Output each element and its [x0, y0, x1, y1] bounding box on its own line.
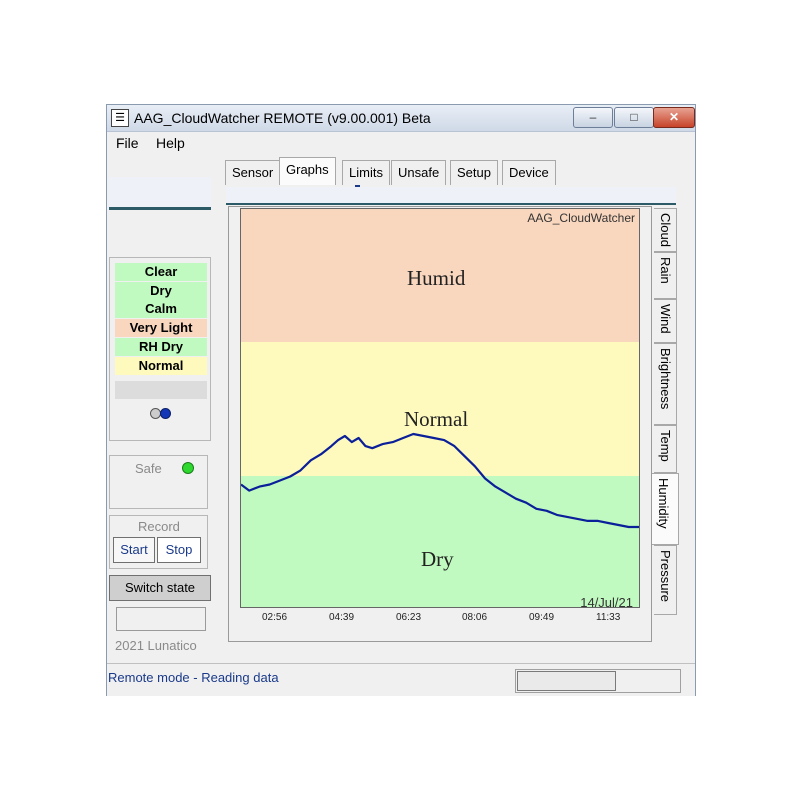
condition-very-light: Very Light — [115, 319, 207, 337]
vtab-label: Rain — [658, 257, 673, 284]
tab-graphs[interactable]: Graphs — [279, 157, 336, 185]
maximize-button[interactable]: □ — [614, 107, 654, 128]
vtab-label: Cloud — [658, 213, 673, 247]
stop-button[interactable]: Stop — [157, 537, 201, 563]
condition-blank — [115, 381, 207, 399]
conditions-panel: Clear Dry Calm Very Light RH Dry Normal — [109, 257, 211, 441]
progress-bar — [517, 671, 616, 691]
start-button[interactable]: Start — [113, 537, 155, 563]
vtab-label: Pressure — [658, 550, 673, 603]
switch-state-field — [116, 607, 206, 631]
vtab-label: Brightness — [658, 348, 673, 410]
close-button[interactable]: ✕ — [653, 107, 695, 128]
app-window: ☰ AAG_CloudWatcher REMOTE (v9.00.001) Be… — [106, 104, 696, 696]
status-text: Remote mode - Reading data — [108, 670, 279, 685]
safe-label: Safe — [135, 461, 162, 476]
tab-limits[interactable]: Limits — [342, 160, 390, 185]
condition-calm: Calm — [115, 300, 207, 318]
copyright-text: 2021 Lunatico — [115, 638, 197, 653]
humidity-series-line — [241, 432, 639, 529]
vtab-temp[interactable]: Temp — [654, 425, 677, 473]
x-tick-label: 09:49 — [529, 612, 555, 623]
vtab-rain[interactable]: Rain — [654, 252, 677, 299]
condition-dry: Dry — [115, 282, 207, 300]
menu-file[interactable]: File — [116, 135, 139, 151]
tab-sensor[interactable]: Sensor — [225, 160, 281, 185]
condition-normal: Normal — [115, 357, 207, 375]
menu-bar: File Help — [107, 132, 695, 154]
vtab-humidity[interactable]: Humidity — [652, 473, 679, 545]
x-tick-label: 04:39 — [329, 612, 355, 623]
tab-unsafe[interactable]: Unsafe — [391, 160, 447, 185]
vtab-wind[interactable]: Wind — [654, 299, 677, 343]
vtab-pressure[interactable]: Pressure — [654, 545, 677, 615]
minimize-button[interactable]: – — [573, 107, 613, 128]
vtab-cloud[interactable]: Cloud — [654, 208, 677, 252]
condition-rh-dry: RH Dry — [115, 338, 207, 356]
vtab-brightness[interactable]: Brightness — [654, 343, 677, 425]
x-tick-label: 11:33 — [596, 612, 621, 623]
tab-device[interactable]: Device — [502, 160, 556, 185]
record-label: Record — [138, 519, 180, 534]
window-title: AAG_CloudWatcher REMOTE (v9.00.001) Beta — [134, 110, 431, 126]
x-tick-label: 08:06 — [462, 612, 488, 623]
title-bar[interactable]: ☰ AAG_CloudWatcher REMOTE (v9.00.001) Be… — [107, 105, 695, 132]
x-tick-label: 06:23 — [396, 612, 422, 623]
vtab-label: Humidity — [656, 478, 671, 529]
humidity-plot: Humid Normal Dry AAG_CloudWatcher 14/Jul… — [240, 208, 640, 610]
blue-indicator-icon — [160, 408, 171, 419]
x-axis: 02:56 04:39 06:23 08:06 09:49 11:33 — [240, 608, 640, 628]
safe-led-icon — [182, 462, 194, 474]
condition-clear: Clear — [115, 263, 207, 281]
vtab-label: Wind — [658, 304, 673, 334]
vtab-label: Temp — [658, 430, 673, 462]
safe-panel: Safe — [109, 455, 208, 509]
graph-header-strip — [226, 187, 676, 205]
x-tick-label: 02:56 — [262, 612, 288, 623]
status-bar: Remote mode - Reading data — [107, 663, 695, 696]
humidity-line-chart — [241, 432, 639, 529]
record-panel: Record Start Stop — [109, 515, 208, 569]
app-icon[interactable]: ☰ — [111, 109, 129, 127]
switch-state-button[interactable]: Switch state — [109, 575, 211, 601]
tab-setup[interactable]: Setup — [450, 160, 498, 185]
left-header-bar — [109, 177, 211, 210]
menu-help[interactable]: Help — [156, 135, 185, 151]
